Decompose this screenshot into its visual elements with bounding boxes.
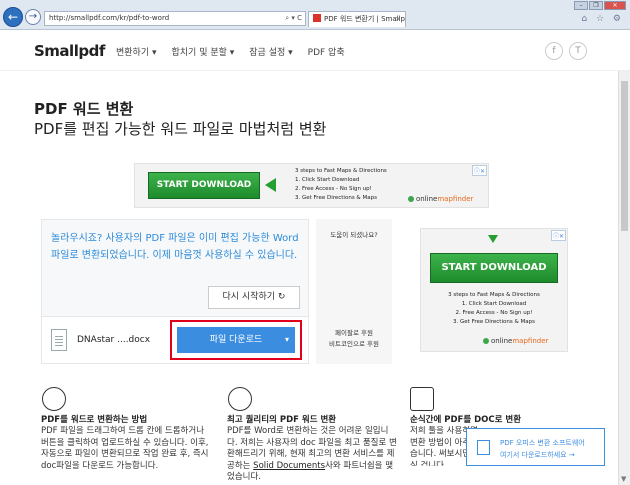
- desktop-app-icon: [477, 440, 490, 455]
- result-panel: 놀라우시죠? 사용자의 PDF 파일은 이미 편집 가능한 Word 파일로 변…: [41, 219, 309, 364]
- donate-links: 페이팔로 후원 비트코인으로 후원: [316, 328, 392, 350]
- facebook-icon[interactable]: f: [545, 42, 563, 60]
- chevron-down-icon[interactable]: ▾: [285, 327, 289, 353]
- restart-button[interactable]: 다시 시작하기 ↻: [208, 286, 300, 309]
- address-bar-icons[interactable]: ⌕ ▾ C: [285, 12, 302, 25]
- ad-right-steps-title: 3 steps to Fast Maps & Directions: [448, 292, 540, 298]
- page-scrollbar[interactable]: ▼: [618, 71, 630, 485]
- ad-logo: onlinemapfinder: [408, 195, 473, 203]
- menu-item-lock[interactable]: 잠금 설정 ▾: [249, 45, 292, 58]
- office-software-promo[interactable]: PDF 오피스 변환 소프트웨어 여기서 다운로드하세요 →: [466, 428, 605, 466]
- document-icon: [51, 329, 67, 351]
- feature-title-how-to: PDF를 워드로 변환하는 방법: [41, 415, 148, 425]
- page-subtitle: PDF를 편집 가능한 워드 파일로 마법처럼 변환: [34, 120, 327, 138]
- site-header: Smallpdf 변환하기 ▾ 합치기 및 분할 ▾ 잠금 설정 ▾ PDF 압…: [0, 31, 630, 71]
- download-file-button[interactable]: 파일 다운로드 ▾: [177, 327, 295, 353]
- menu-item-compress[interactable]: PDF 압축: [308, 45, 345, 58]
- promo-title: PDF 오피스 변환 소프트웨어: [500, 439, 585, 447]
- scroll-down-arrow-icon[interactable]: ▼: [621, 475, 626, 483]
- favicon-icon: [313, 14, 321, 22]
- menu-item-convert[interactable]: 변환하기 ▾: [116, 45, 157, 58]
- ad-logo-accent: mapfinder: [437, 195, 474, 203]
- feature-text-quality: PDF를 Word로 변환하는 것은 어려운 일입니다. 저희는 사용자의 do…: [227, 426, 397, 484]
- file-row: DNAstar ....docx 파일 다운로드 ▾: [42, 316, 308, 363]
- feature-title-fast: 순식간에 PDF를 DOC로 변환: [410, 415, 522, 425]
- ad-close-icon[interactable]: ⓘ✕: [471, 165, 487, 176]
- twitter-icon[interactable]: T: [569, 42, 587, 60]
- globe-icon: [408, 196, 414, 202]
- back-button[interactable]: ←: [3, 7, 23, 27]
- browser-chrome: ← → http://smallpdf.com/kr/pdf-to-word ⌕…: [0, 0, 630, 30]
- menu-item-merge-split[interactable]: 합치기 및 분할 ▾: [172, 45, 235, 58]
- feature-title-quality: 최고 퀄리티의 PDF 워드 변환: [227, 415, 337, 425]
- browser-tab[interactable]: PDF 워드 변환기 | Smallp... ×: [308, 11, 406, 27]
- ad-step-2: 2. Free Access - No Sign up!: [295, 186, 372, 192]
- paypal-donate-link[interactable]: 페이팔로 후원: [316, 328, 392, 339]
- download-highlight: 파일 다운로드 ▾: [170, 320, 302, 360]
- promo-download-link[interactable]: 여기서 다운로드하세요 →: [500, 450, 575, 460]
- file-name: DNAstar ....docx: [77, 335, 151, 345]
- maximize-button[interactable]: ❐: [589, 1, 603, 10]
- ad-right-logo-accent: mapfinder: [512, 337, 549, 345]
- ad-right-close-icon[interactable]: ⓘ✕: [550, 230, 566, 241]
- ad-steps: 3 steps to Fast Maps & Directions 1. Cli…: [295, 167, 387, 203]
- ad-start-download-button[interactable]: START DOWNLOAD: [148, 172, 260, 199]
- lightbulb-icon: [42, 387, 66, 411]
- arrow-left-icon: [265, 178, 276, 192]
- ad-step-1: 1. Click Start Download: [295, 177, 360, 183]
- download-label: 파일 다운로드: [209, 335, 263, 345]
- ad-logo-text: online: [416, 195, 438, 203]
- feature-text-how-to: PDF 파일을 드래그하여 드롭 칸에 드롭하거나 버튼을 클릭하여 업로드하실…: [41, 426, 209, 471]
- tab-title: PDF 워드 변환기 | Smallp...: [324, 15, 406, 23]
- scrollbar-thumb[interactable]: [621, 81, 628, 231]
- ad-right-step-1: 1. Click Start Download: [461, 301, 527, 307]
- site-logo[interactable]: Smallpdf: [34, 42, 105, 60]
- ad-right-step-3: 3. Get Free Directions & Maps: [453, 319, 535, 325]
- ad-right-step-2: 2. Free Access - No Sign up!: [455, 310, 533, 316]
- ad-right-logo-text: online: [491, 337, 513, 345]
- thumbs-up-icon: [410, 387, 434, 411]
- toolbar-icons[interactable]: ⌂ ☆ ⚙: [581, 14, 624, 24]
- main-menu: 변환하기 ▾ 합치기 및 분할 ▾ 잠금 설정 ▾ PDF 압축: [116, 45, 360, 58]
- ad-right-steps: 3 steps to Fast Maps & Directions 1. Cli…: [421, 291, 567, 327]
- globe-icon: [483, 338, 489, 344]
- window-controls: – ❐ ✕: [574, 1, 626, 10]
- address-url: http://smallpdf.com/kr/pdf-to-word: [49, 14, 170, 22]
- medal-icon: [228, 387, 252, 411]
- arrow-down-icon: [488, 235, 498, 243]
- ad-banner-top[interactable]: START DOWNLOAD 3 steps to Fast Maps & Di…: [134, 163, 489, 208]
- help-question: 도움이 되셨나요?: [330, 231, 378, 239]
- ad-banner-right[interactable]: START DOWNLOAD 3 steps to Fast Maps & Di…: [420, 228, 568, 352]
- page-title: PDF 워드 변환: [34, 100, 134, 118]
- ad-step-3: 3. Get Free Directions & Maps: [295, 195, 377, 201]
- tab-close-icon[interactable]: ×: [395, 12, 401, 27]
- ad-right-logo: onlinemapfinder: [483, 337, 548, 345]
- ad-right-start-download-button[interactable]: START DOWNLOAD: [430, 253, 558, 283]
- minimize-button[interactable]: –: [574, 1, 588, 10]
- solid-documents-link[interactable]: Solid Documents: [253, 461, 325, 471]
- help-panel: 도움이 되셨나요? 페이팔로 후원 비트코인으로 후원: [316, 219, 392, 364]
- forward-button[interactable]: →: [25, 9, 41, 25]
- close-window-button[interactable]: ✕: [604, 1, 626, 10]
- address-bar[interactable]: http://smallpdf.com/kr/pdf-to-word ⌕ ▾ C: [44, 11, 306, 26]
- result-message: 놀라우시죠? 사용자의 PDF 파일은 이미 편집 가능한 Word 파일로 변…: [51, 233, 299, 261]
- ad-steps-title: 3 steps to Fast Maps & Directions: [295, 168, 387, 174]
- bitcoin-donate-link[interactable]: 비트코인으로 후원: [316, 339, 392, 350]
